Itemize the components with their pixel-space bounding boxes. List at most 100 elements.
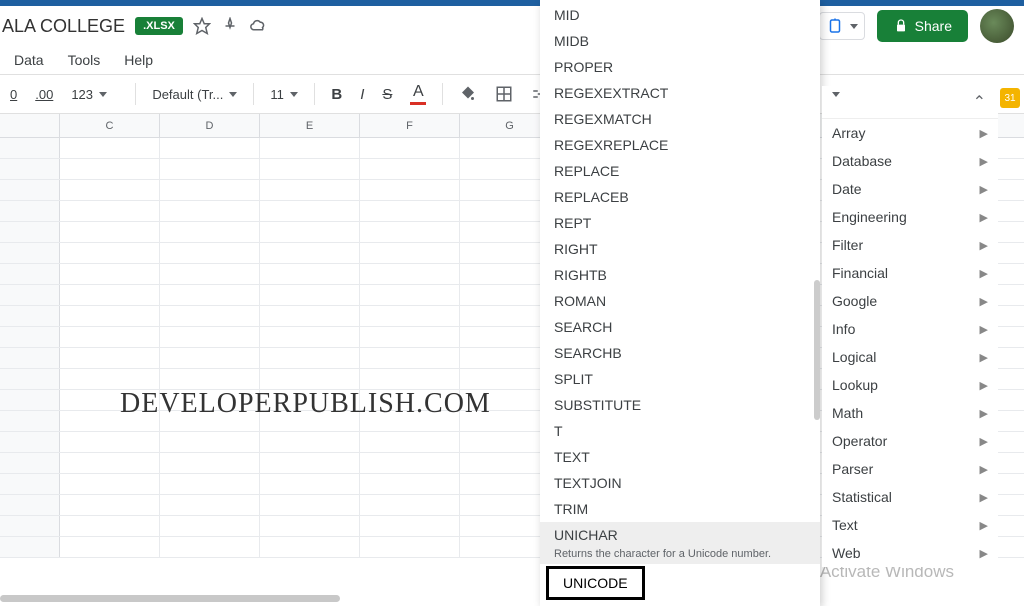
- category-item-operator[interactable]: Operator▶: [822, 427, 998, 455]
- category-item-statistical[interactable]: Statistical ▶: [822, 483, 998, 511]
- function-item-mid[interactable]: MID: [540, 2, 820, 28]
- function-item-midb[interactable]: MIDB: [540, 28, 820, 54]
- menubar: Data Tools Help: [0, 46, 1024, 74]
- chevron-right-icon: ▶: [980, 435, 988, 448]
- category-item-lookup[interactable]: Lookup▶: [822, 371, 998, 399]
- menu-tools[interactable]: Tools: [68, 52, 101, 68]
- category-item-engineering[interactable]: Engineering ▶: [822, 203, 998, 231]
- category-item-database[interactable]: Database▶: [822, 147, 998, 175]
- category-item-financial[interactable]: Financial▶: [822, 259, 998, 287]
- paint-bucket-icon: [459, 85, 477, 103]
- category-item-logical[interactable]: Logical▶: [822, 343, 998, 371]
- category-label: Statistical: [832, 489, 892, 505]
- chevron-right-icon: ▶: [980, 407, 988, 420]
- document-title[interactable]: ALA COLLEGE: [2, 16, 125, 37]
- category-item-google[interactable]: Google▶: [822, 287, 998, 315]
- category-label: Parser: [832, 461, 873, 477]
- function-item-split[interactable]: SPLIT: [540, 366, 820, 392]
- share-button-label: Share: [915, 18, 952, 34]
- fill-color-button[interactable]: [453, 81, 483, 107]
- function-item-search[interactable]: SEARCH: [540, 314, 820, 340]
- number-format-dropdown[interactable]: 123: [65, 83, 125, 106]
- watermark-text: DEVELOPERPUBLISH.COM: [120, 388, 491, 420]
- col-head-d[interactable]: D: [160, 114, 260, 137]
- category-item-filter[interactable]: Filter ▶: [822, 231, 998, 259]
- category-label: Info: [832, 321, 855, 337]
- font-family-dropdown[interactable]: Default (Tr...: [146, 83, 243, 106]
- function-item-replace[interactable]: REPLACE: [540, 158, 820, 184]
- function-item-replaceb[interactable]: REPLACEB: [540, 184, 820, 210]
- function-item-unichar[interactable]: UNICHAR: [540, 522, 820, 548]
- function-item-rightb[interactable]: RIGHTB: [540, 262, 820, 288]
- increase-decimal-button[interactable]: .00: [29, 83, 59, 106]
- bold-button[interactable]: B: [325, 82, 348, 107]
- category-item-info[interactable]: Info ▶: [822, 315, 998, 343]
- category-item-text[interactable]: Text▶: [822, 511, 998, 539]
- category-label: Date: [832, 181, 862, 197]
- function-item-proper[interactable]: PROPER: [540, 54, 820, 80]
- chevron-right-icon: ▶: [980, 183, 988, 196]
- scrollbar-horizontal[interactable]: [0, 595, 340, 602]
- menu-data[interactable]: Data: [14, 52, 44, 68]
- function-item-trim[interactable]: TRIM: [540, 496, 820, 522]
- chevron-right-icon: ▶: [980, 239, 988, 252]
- chevron-down-icon: [99, 92, 107, 97]
- text-color-button[interactable]: A: [404, 79, 432, 109]
- move-icon[interactable]: [221, 17, 239, 35]
- col-head-blank: [0, 114, 60, 137]
- chevron-right-icon: ▶: [980, 267, 988, 280]
- chevron-right-icon: ▶: [980, 379, 988, 392]
- chevron-right-icon: ▶: [980, 491, 988, 504]
- category-label: Filter: [832, 237, 863, 253]
- history-dropdown[interactable]: [819, 12, 865, 40]
- function-item-roman[interactable]: ROMAN: [540, 288, 820, 314]
- italic-button[interactable]: I: [354, 82, 370, 107]
- function-item-substitute[interactable]: SUBSTITUTE: [540, 392, 820, 418]
- chevron-right-icon: ▶: [980, 127, 988, 140]
- font-size-dropdown[interactable]: 11: [264, 83, 304, 106]
- share-button[interactable]: Share: [877, 10, 968, 42]
- category-item-array[interactable]: Array ▶: [822, 119, 998, 147]
- category-item-web[interactable]: Web▶: [822, 539, 998, 567]
- chevron-right-icon: ▶: [980, 323, 988, 336]
- menu-help[interactable]: Help: [124, 52, 153, 68]
- col-head-f[interactable]: F: [360, 114, 460, 137]
- category-label: Math: [832, 405, 863, 421]
- function-item-t[interactable]: T: [540, 418, 820, 444]
- decrease-decimal-button[interactable]: 0: [4, 83, 23, 106]
- function-item-text[interactable]: TEXT: [540, 444, 820, 470]
- category-item-date[interactable]: Date ▶: [822, 175, 998, 203]
- strikethrough-button[interactable]: S: [376, 82, 398, 107]
- scrollbar-vertical[interactable]: [814, 280, 820, 420]
- function-item-rept[interactable]: REPT: [540, 210, 820, 236]
- chevron-right-icon: ▶: [980, 519, 988, 532]
- function-item-regexextract[interactable]: REGEXEXTRACT: [540, 80, 820, 106]
- function-item-unicode[interactable]: UNICODE: [546, 566, 645, 600]
- category-item-math[interactable]: Math ▶: [822, 399, 998, 427]
- chevron-down-icon[interactable]: [832, 92, 840, 97]
- borders-button[interactable]: [489, 81, 519, 107]
- function-item-regexmatch[interactable]: REGEXMATCH: [540, 106, 820, 132]
- category-item-parser[interactable]: Parser▶: [822, 455, 998, 483]
- star-icon[interactable]: [193, 17, 211, 35]
- col-head-e[interactable]: E: [260, 114, 360, 137]
- calendar-icon[interactable]: 31: [1000, 88, 1020, 108]
- cloud-icon[interactable]: [249, 17, 267, 35]
- chevron-down-icon: [850, 24, 858, 29]
- function-item-searchb[interactable]: SEARCHB: [540, 340, 820, 366]
- chevron-right-icon: ▶: [980, 547, 988, 560]
- function-item-right[interactable]: RIGHT: [540, 236, 820, 262]
- lock-icon: [893, 18, 909, 34]
- avatar[interactable]: [980, 9, 1014, 43]
- col-head-c[interactable]: C: [60, 114, 160, 137]
- category-label: Array: [832, 125, 865, 141]
- function-item-textjoin[interactable]: TEXTJOIN: [540, 470, 820, 496]
- chevron-right-icon: ▶: [980, 211, 988, 224]
- category-label: Engineering: [832, 209, 907, 225]
- function-hint: Returns the character for a Unicode numb…: [540, 548, 820, 564]
- clock-icon: [826, 17, 844, 35]
- chevron-down-icon: [229, 92, 237, 97]
- function-item-regexreplace[interactable]: REGEXREPLACE: [540, 132, 820, 158]
- collapse-icon[interactable]: ⌃: [969, 92, 990, 112]
- category-label: Google: [832, 293, 877, 309]
